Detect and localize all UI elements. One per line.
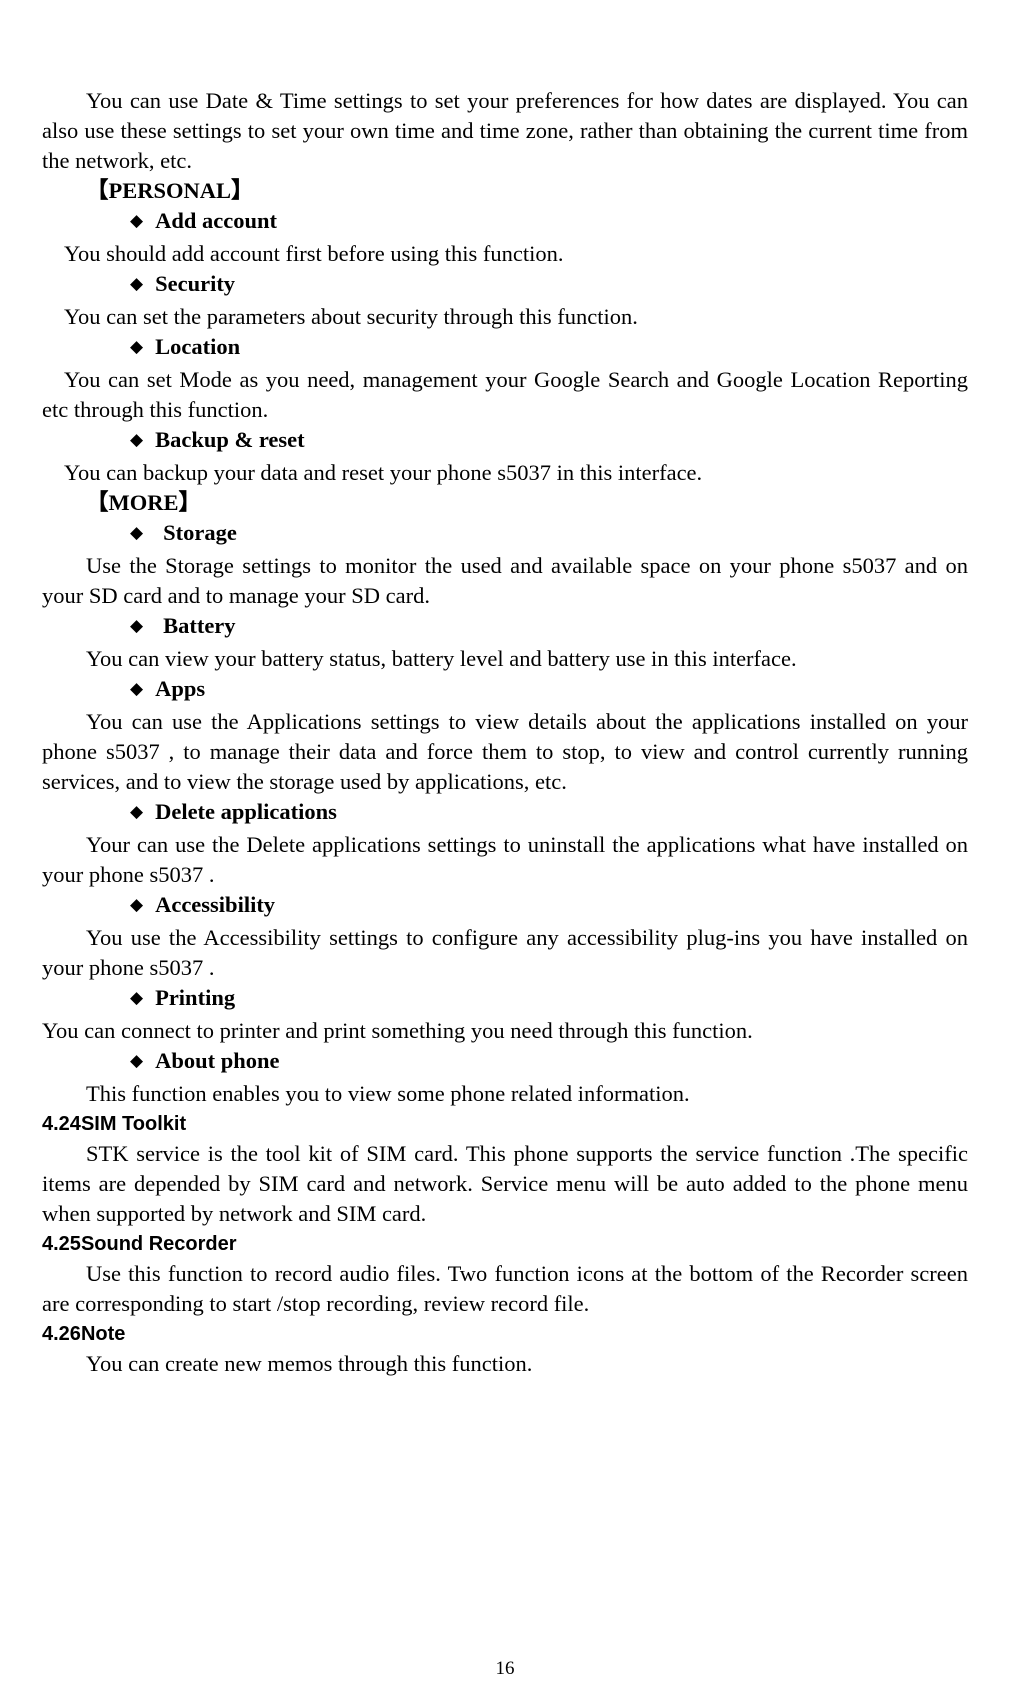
bullet-label: Delete applications [155, 799, 337, 824]
intro-paragraph: You can use Date & Time settings to set … [42, 88, 968, 173]
bullet-item-delete-applications: ◆ Delete applications [42, 797, 968, 830]
page-number: 16 [495, 1658, 515, 1679]
diamond-bullet-icon: ◆ [130, 211, 144, 231]
diamond-bullet-icon: ◆ [130, 430, 144, 450]
section-body-sim-toolkit: STK service is the tool kit of SIM card.… [42, 1141, 968, 1226]
section-title: SIM Toolkit [80, 1113, 187, 1135]
bullet-body-add-account: You should add account first before usin… [64, 241, 564, 266]
bullet-label: Location [155, 334, 241, 359]
bullet-item-add-account: ◆ Add account [42, 206, 968, 239]
section-title: Sound Recorder [80, 1233, 237, 1255]
diamond-bullet-icon: ◆ [130, 679, 144, 699]
bullet-label: Accessibility [155, 892, 276, 917]
diamond-bullet-icon: ◆ [130, 988, 144, 1008]
section-number: 4.25 [42, 1233, 81, 1255]
bullet-body-printing: You can connect to printer and print som… [42, 1018, 753, 1043]
section-heading-more: 【MORE】 [86, 490, 201, 515]
bullet-label: Printing [155, 985, 236, 1010]
section-number: 4.26 [42, 1323, 81, 1345]
diamond-bullet-icon: ◆ [130, 337, 144, 357]
bullet-label: Add account [155, 208, 277, 233]
bullet-label: Battery [163, 613, 236, 638]
bullet-item-printing: ◆ Printing [42, 983, 968, 1016]
section-heading-sim-toolkit: 4.24SIM Toolkit [42, 1109, 968, 1139]
section-body-note: You can create new memos through this fu… [86, 1351, 533, 1376]
bullet-item-battery: ◆ Battery [42, 611, 968, 644]
section-heading-sound-recorder: 4.25Sound Recorder [42, 1229, 968, 1259]
bullet-body-backup-reset: You can backup your data and reset your … [64, 460, 703, 485]
bullet-label: About phone [155, 1048, 280, 1073]
section-body-sound-recorder: Use this function to record audio files.… [42, 1261, 968, 1316]
bullet-body-storage: Use the Storage settings to monitor the … [42, 553, 968, 608]
section-title: Note [80, 1323, 126, 1345]
section-number: 4.24 [42, 1113, 81, 1135]
bullet-item-apps: ◆ Apps [42, 674, 968, 707]
diamond-bullet-icon: ◆ [130, 274, 144, 294]
diamond-bullet-icon: ◆ [130, 895, 144, 915]
bullet-body-accessibility: You use the Accessibility settings to co… [42, 925, 968, 980]
bullet-item-storage: ◆ Storage [42, 518, 968, 551]
bullet-label: Security [155, 271, 236, 296]
bullet-label: Backup & reset [155, 427, 305, 452]
bullet-body-location: You can set Mode as you need, management… [42, 367, 968, 422]
section-heading-note: 4.26Note [42, 1319, 968, 1349]
bullet-label: Apps [155, 676, 206, 701]
diamond-bullet-icon: ◆ [130, 616, 144, 636]
bullet-body-security: You can set the parameters about securit… [64, 304, 638, 329]
diamond-bullet-icon: ◆ [130, 1051, 144, 1071]
bullet-body-delete-applications: Your can use the Delete applications set… [42, 832, 968, 887]
bullet-label: Storage [163, 520, 237, 545]
bullet-item-backup-reset: ◆ Backup & reset [42, 425, 968, 458]
bullet-item-accessibility: ◆ Accessibility [42, 890, 968, 923]
bullet-item-location: ◆ Location [42, 332, 968, 365]
bullet-body-battery: You can view your battery status, batter… [86, 646, 797, 671]
diamond-bullet-icon: ◆ [130, 523, 144, 543]
bullet-body-about-phone: This function enables you to view some p… [86, 1081, 690, 1106]
bullet-body-apps: You can use the Applications settings to… [42, 709, 968, 794]
bullet-item-about-phone: ◆ About phone [42, 1046, 968, 1079]
document-page: You can use Date & Time settings to set … [0, 0, 1010, 1702]
diamond-bullet-icon: ◆ [130, 802, 144, 822]
section-heading-personal: 【PERSONAL】 [86, 178, 254, 203]
bullet-item-security: ◆ Security [42, 269, 968, 302]
